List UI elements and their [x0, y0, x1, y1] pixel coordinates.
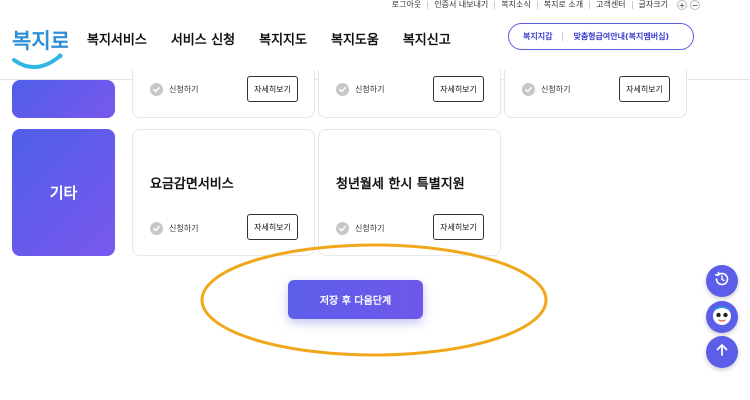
welfare-wallet-link[interactable]: 복지지갑 [509, 31, 562, 42]
apply-status[interactable]: 신청하기 [522, 83, 570, 96]
export-certificate-link[interactable]: 인증서 내보내기 [427, 1, 494, 9]
custom-benefit-link[interactable]: 맞춤형급여안내(복지멤버십) [563, 31, 669, 42]
check-circle-icon [522, 83, 535, 96]
zoom-out-button[interactable]: − [690, 0, 700, 10]
utility-bar: 로그아웃 인증서 내보내기 복지소식 복지로 소개 고객센터 글자크기 + − [386, 0, 700, 10]
apply-label: 신청하기 [355, 224, 385, 233]
detail-button[interactable]: 자세히보기 [247, 214, 298, 240]
service-card: 신청하기 자세히보기 [504, 70, 687, 118]
zoom-in-button[interactable]: + [677, 0, 687, 10]
service-title: 청년월세 한시 특별지원 [336, 177, 465, 192]
service-title: 요금감면서비스 [150, 177, 234, 192]
customer-center-link[interactable]: 고객센터 [589, 1, 631, 9]
detail-button[interactable]: 자세히보기 [433, 76, 484, 102]
service-card: 신청하기 자세히보기 [318, 70, 501, 118]
apply-label: 신청하기 [169, 224, 199, 233]
apply-status[interactable]: 신청하기 [150, 83, 198, 96]
apply-status[interactable]: 신청하기 [150, 222, 198, 235]
apply-label: 신청하기 [169, 85, 199, 94]
service-card-youth-rent: 청년월세 한시 특별지원 신청하기 자세히보기 [318, 129, 501, 256]
scroll-top-button[interactable] [706, 336, 738, 368]
category-block-prev [12, 80, 115, 118]
about-link[interactable]: 복지로 소개 [536, 1, 589, 9]
history-icon [713, 270, 731, 292]
check-circle-icon [336, 222, 349, 235]
nav-welfare-help[interactable]: 복지도움 [331, 29, 379, 48]
nav-welfare-service[interactable]: 복지서비스 [87, 29, 147, 48]
service-card-fee-reduction: 요금감면서비스 신청하기 자세히보기 [132, 129, 315, 256]
apply-label: 신청하기 [355, 85, 385, 94]
header-quick-pill: 복지지갑 맞춤형급여안내(복지멤버십) [508, 23, 694, 50]
chatbot-icon [709, 302, 735, 332]
arrow-up-icon [714, 342, 730, 362]
check-circle-icon [150, 222, 163, 235]
nav-welfare-report[interactable]: 복지신고 [403, 29, 451, 48]
svg-text:복지로: 복지로 [12, 29, 68, 53]
check-circle-icon [336, 83, 349, 96]
font-size-label: 글자크기 [631, 1, 674, 9]
apply-status[interactable]: 신청하기 [336, 222, 384, 235]
chatbot-button[interactable] [706, 301, 738, 333]
history-button[interactable] [706, 265, 738, 297]
category-block-etc: 기타 [12, 129, 115, 256]
apply-label: 신청하기 [541, 85, 571, 94]
detail-button[interactable]: 자세히보기 [433, 214, 484, 240]
apply-status[interactable]: 신청하기 [336, 83, 384, 96]
main-nav: 복지서비스 서비스 신청 복지지도 복지도움 복지신고 [87, 29, 451, 48]
welfare-news-link[interactable]: 복지소식 [494, 1, 536, 9]
logout-link[interactable]: 로그아웃 [386, 1, 427, 9]
bokjiro-logo[interactable]: 복지로 [10, 20, 70, 72]
check-circle-icon [150, 83, 163, 96]
detail-button[interactable]: 자세히보기 [247, 76, 298, 102]
nav-service-apply[interactable]: 서비스 신청 [171, 29, 235, 48]
detail-button[interactable]: 자세히보기 [619, 76, 670, 102]
nav-welfare-map[interactable]: 복지지도 [259, 29, 307, 48]
service-card: 신청하기 자세히보기 [132, 70, 315, 118]
save-and-next-button[interactable]: 저장 후 다음단계 [288, 280, 423, 319]
